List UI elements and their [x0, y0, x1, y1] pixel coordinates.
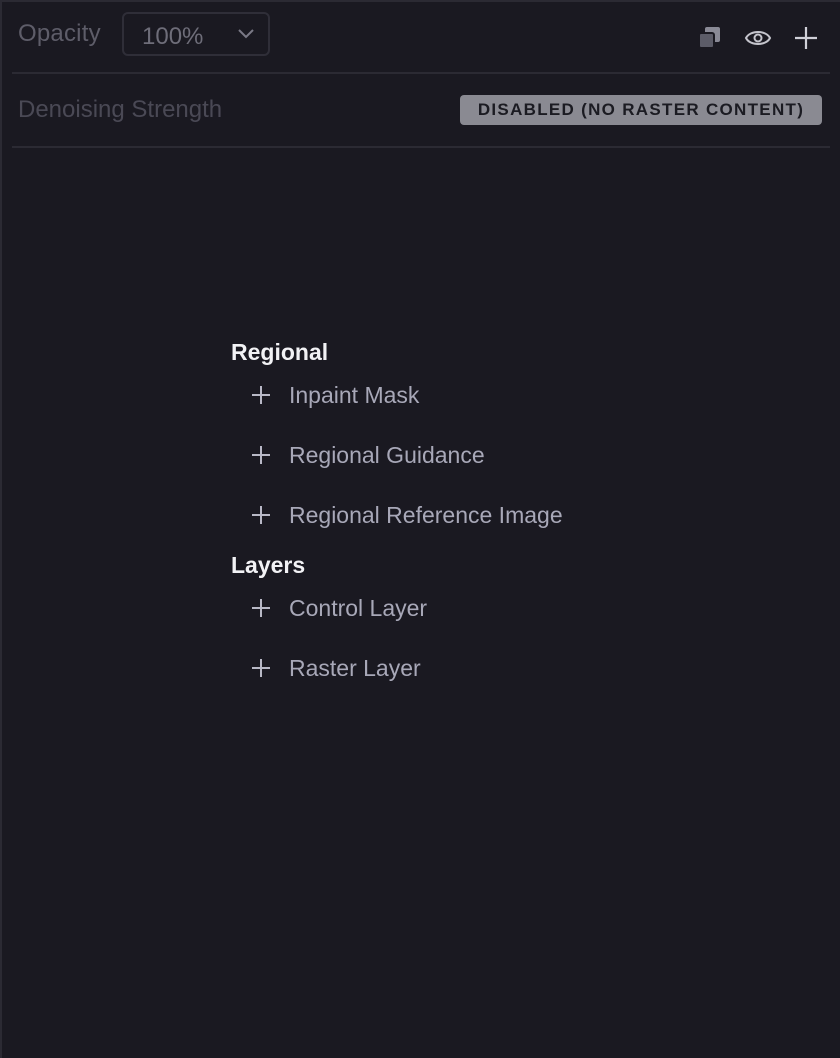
menu-item-label: Regional Guidance	[289, 441, 485, 468]
plus-icon	[252, 599, 270, 617]
menu-group-title: Layers	[231, 552, 306, 578]
menu-item-label: Inpaint Mask	[289, 381, 420, 408]
plus-icon	[252, 506, 270, 524]
add-layer-menu: Regional Inpaint Mask Regional Guidance …	[231, 336, 563, 698]
opacity-label: Opacity	[18, 20, 101, 47]
plus-icon	[252, 446, 270, 464]
plus-icon[interactable]	[792, 24, 820, 52]
duplicate-layers-icon[interactable]	[696, 24, 724, 52]
plus-icon	[252, 659, 270, 677]
status-badge: DISABLED (NO RASTER CONTENT)	[460, 95, 822, 125]
menu-item-regional-guidance[interactable]: Regional Guidance	[231, 425, 563, 485]
menu-group-layers: Layers Control Layer Raster Layer	[231, 549, 563, 698]
eye-icon[interactable]	[744, 24, 772, 52]
menu-item-regional-reference-image[interactable]: Regional Reference Image	[231, 485, 563, 545]
chevron-down-icon	[238, 29, 254, 39]
plus-icon	[252, 386, 270, 404]
divider	[12, 146, 830, 148]
menu-group-regional: Regional Inpaint Mask Regional Guidance …	[231, 336, 563, 545]
denoising-strength-label: Denoising Strength	[18, 96, 223, 123]
menu-item-raster-layer[interactable]: Raster Layer	[231, 638, 563, 698]
menu-item-control-layer[interactable]: Control Layer	[231, 578, 563, 638]
divider	[12, 72, 830, 74]
menu-item-label: Regional Reference Image	[289, 501, 563, 528]
menu-group-title: Regional	[231, 339, 329, 365]
opacity-value: 100%	[142, 23, 204, 50]
menu-item-label: Raster Layer	[289, 654, 421, 681]
menu-item-label: Control Layer	[289, 594, 428, 621]
menu-item-inpaint-mask[interactable]: Inpaint Mask	[231, 365, 563, 425]
layers-panel: Opacity 100% Denoising Strength DISABLED…	[0, 0, 840, 1058]
opacity-select[interactable]: 100%	[122, 12, 270, 56]
top-toolbar: Opacity 100%	[2, 2, 840, 74]
